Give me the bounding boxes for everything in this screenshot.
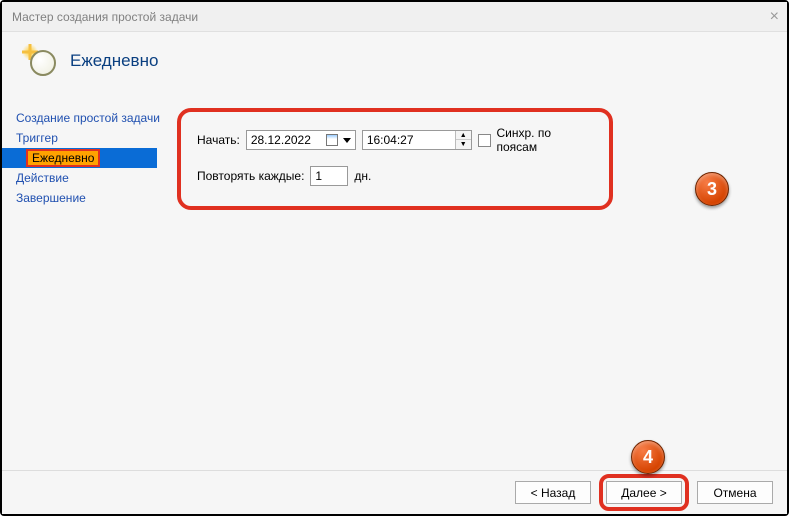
time-spinner[interactable]: ▲▼ <box>455 131 471 149</box>
recur-days-field[interactable]: 1 <box>310 166 348 186</box>
annotation-badge-4: 4 <box>631 440 665 474</box>
start-time-value: 16:04:27 <box>367 133 414 147</box>
sidebar-item-daily[interactable]: Ежедневно <box>2 148 157 168</box>
close-icon[interactable]: × <box>770 8 779 26</box>
start-date-field[interactable]: 28.12.2022 <box>246 130 356 150</box>
wizard-footer: < Назад Далее > Отмена 4 <box>2 470 787 514</box>
next-button[interactable]: Далее > <box>606 481 682 504</box>
sidebar-item-finish[interactable]: Завершение <box>2 188 157 208</box>
calendar-icon <box>326 134 338 146</box>
start-date-value: 28.12.2022 <box>251 133 311 147</box>
window-title: Мастер создания простой задачи <box>12 10 198 24</box>
annotation-badge-3: 3 <box>695 172 729 206</box>
chevron-down-icon[interactable] <box>343 138 351 143</box>
wizard-steps-sidebar: Создание простой задачи Триггер Ежедневн… <box>2 90 157 470</box>
start-time-field[interactable]: 16:04:27 ▲▼ <box>362 130 472 150</box>
sidebar-item-daily-label: Ежедневно <box>26 149 100 167</box>
sidebar-item-trigger[interactable]: Триггер <box>2 128 157 148</box>
next-button-highlight: Далее > <box>599 474 689 511</box>
start-label: Начать: <box>197 133 240 147</box>
sync-timezones-checkbox[interactable] <box>478 134 491 147</box>
sync-timezones-label: Синхр. по поясам <box>497 126 594 154</box>
settings-highlight-frame: Начать: 28.12.2022 16:04:27 ▲▼ Синхр. по… <box>177 108 613 210</box>
window-titlebar: Мастер создания простой задачи × <box>2 2 787 32</box>
back-button[interactable]: < Назад <box>515 481 591 504</box>
task-wizard-icon <box>22 44 58 78</box>
sidebar-item-create-task[interactable]: Создание простой задачи <box>2 108 157 128</box>
sidebar-item-action[interactable]: Действие <box>2 168 157 188</box>
recur-label: Повторять каждые: <box>197 169 304 183</box>
page-title: Ежедневно <box>70 51 158 71</box>
wizard-header: Ежедневно <box>2 32 787 90</box>
cancel-button[interactable]: Отмена <box>697 481 773 504</box>
recur-unit-label: дн. <box>354 169 371 183</box>
